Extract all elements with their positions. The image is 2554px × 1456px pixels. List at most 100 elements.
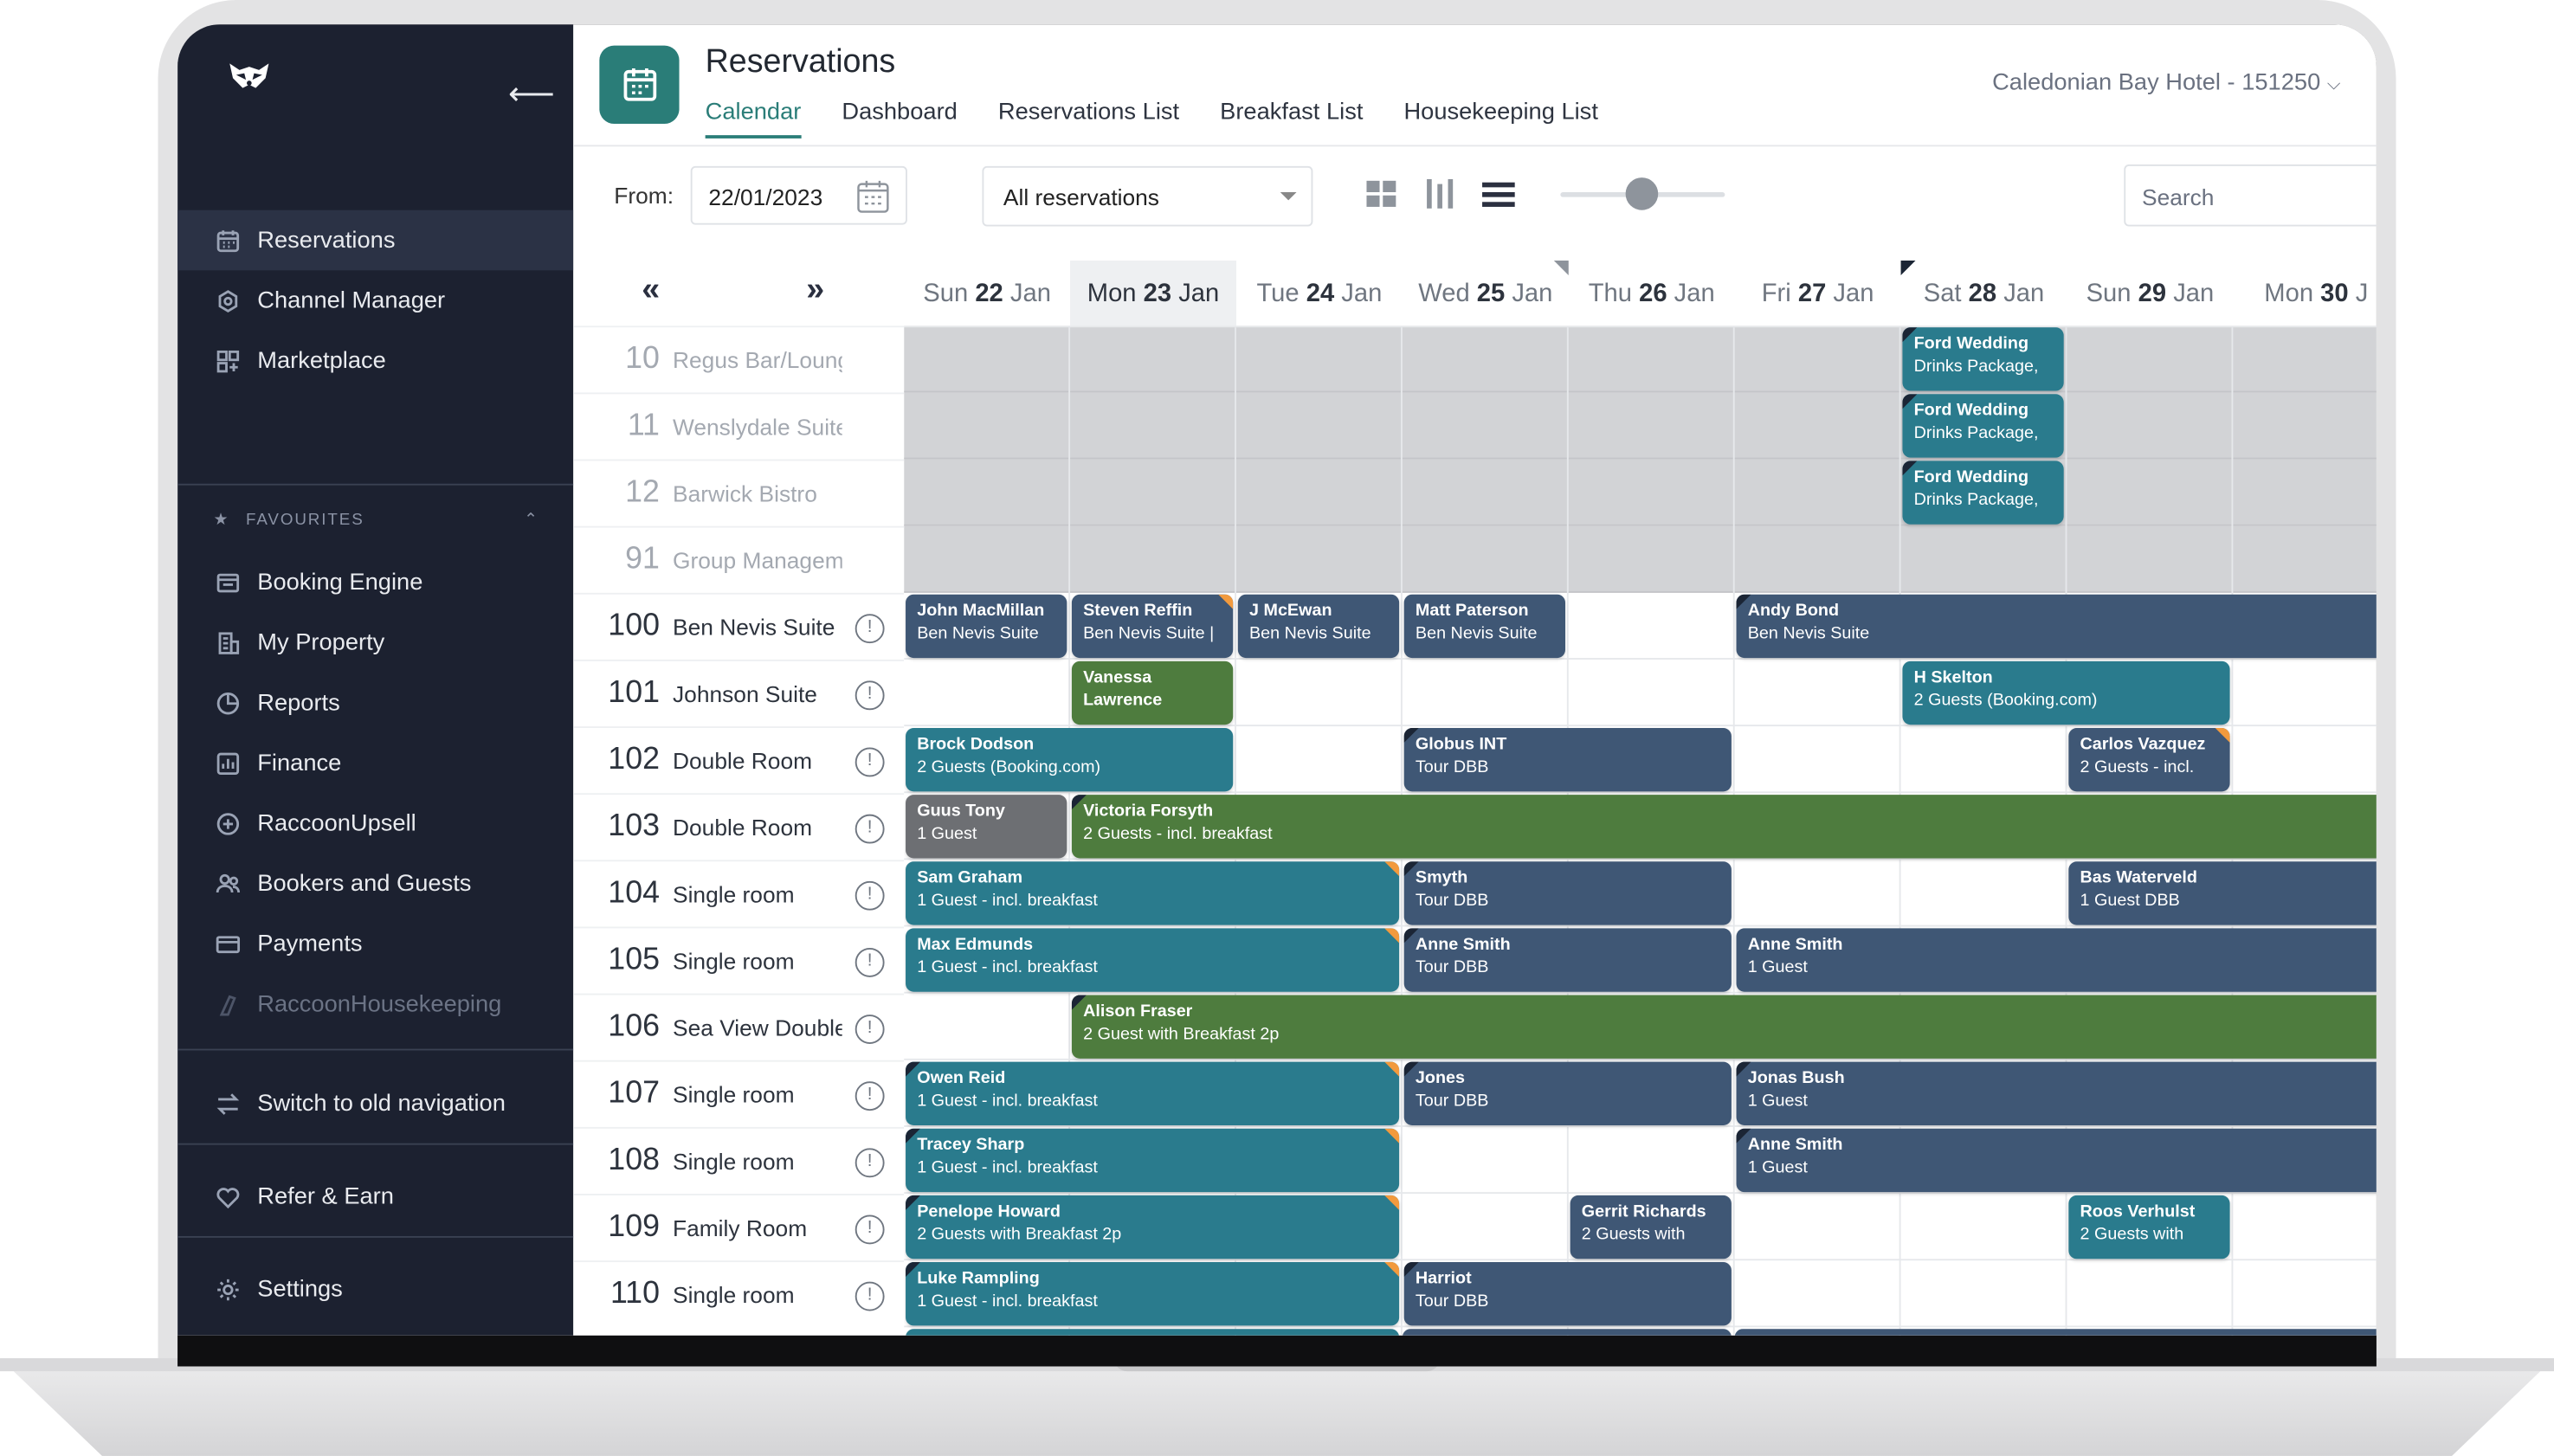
- refer-earn-button[interactable]: Refer & Earn: [177, 1166, 573, 1227]
- day-header[interactable]: Wed 25 Jan: [1403, 261, 1569, 325]
- sidebar-item-marketplace[interactable]: Marketplace: [177, 331, 573, 391]
- sidebar-item-reports[interactable]: Reports: [177, 673, 573, 733]
- reservation-block[interactable]: Andy Bond Ben Nevis Suite: [1736, 594, 2377, 659]
- room-info-icon[interactable]: !: [855, 947, 885, 977]
- reservation-block[interactable]: Jonas Bush 1 Guest: [1736, 1061, 2377, 1126]
- tab-calendar[interactable]: Calendar: [705, 100, 802, 139]
- reservation-block[interactable]: Ford Wedding Drinks Package,: [1902, 461, 2064, 525]
- reservation-block[interactable]: Luke Rampling 1 Guest - incl. breakfast: [906, 1262, 1400, 1326]
- room-row[interactable]: 101 Johnson Suite!: [573, 659, 905, 726]
- tab-housekeeping-list[interactable]: Housekeeping List: [1403, 100, 1597, 139]
- room-row[interactable]: 10 Regus Bar/Lounge: [573, 325, 905, 392]
- sidebar-item-finance[interactable]: Finance: [177, 733, 573, 794]
- day-header[interactable]: Mon 30 J: [2233, 261, 2377, 325]
- search-input[interactable]: Search: [2124, 164, 2377, 227]
- room-row[interactable]: 106 Sea View Double!: [573, 993, 905, 1060]
- room-row[interactable]: 109 Family Room!: [573, 1194, 905, 1260]
- screen-bezel: ⟵ Reservations Channel Manager Marketpla…: [177, 24, 2377, 1367]
- reservation-block[interactable]: Brock Dodson 2 Guests (Booking.com): [906, 727, 1234, 792]
- reservation-block[interactable]: Owen Reid 1 Guest - incl. breakfast: [906, 1061, 1400, 1126]
- reservation-block[interactable]: Anne Smith 1 Guest: [1736, 928, 2377, 992]
- hotel-selector[interactable]: Caledonian Bay Hotel - 151250 ⌵: [1992, 70, 2340, 96]
- from-date-input[interactable]: 22/01/2023: [690, 165, 907, 225]
- room-row[interactable]: 100 Ben Nevis Suite!: [573, 592, 905, 660]
- favourites-header[interactable]: ★ FAVOURITES ⌃: [213, 512, 539, 530]
- tab-breakfast-list[interactable]: Breakfast List: [1220, 100, 1363, 139]
- reservation-block[interactable]: Ford Wedding Drinks Package,: [1902, 394, 2064, 458]
- day-header[interactable]: Tue 24 Jan: [1236, 261, 1403, 325]
- column-view-button[interactable]: [1422, 176, 1457, 211]
- room-row[interactable]: 11 Wenslydale Suite: [573, 392, 905, 459]
- sidebar-item-raccoonupsell[interactable]: RaccoonUpsell: [177, 793, 573, 854]
- room-info-icon[interactable]: !: [855, 880, 885, 911]
- tab-reservations-list[interactable]: Reservations List: [998, 100, 1179, 139]
- reservation-block[interactable]: Victoria Forsyth 2 Guests - incl. breakfa…: [1071, 795, 2377, 859]
- reservation-block[interactable]: Max Edmunds 1 Guest - incl. breakfast: [906, 928, 1400, 992]
- room-info-icon[interactable]: !: [855, 1015, 885, 1044]
- reservation-block[interactable]: Jones Tour DBB: [1403, 1061, 1732, 1126]
- day-header[interactable]: Sun 29 Jan: [2067, 261, 2233, 325]
- reservation-block[interactable]: Guus Tony 1 Guest: [906, 795, 1067, 859]
- reservation-block[interactable]: Ford Wedding Drinks Package,: [1902, 327, 2064, 391]
- tab-dashboard[interactable]: Dashboard: [842, 100, 957, 139]
- reservation-block[interactable]: Penelope Howard 2 Guests with Breakfast 2…: [906, 1195, 1400, 1260]
- reservation-block[interactable]: Anne Smith 1 Guest: [1736, 1128, 2377, 1193]
- reservation-block[interactable]: Tracey Sharp 1 Guest - incl. breakfast: [906, 1128, 1400, 1193]
- switch-navigation-button[interactable]: Switch to old navigation: [177, 1073, 573, 1134]
- room-row[interactable]: 107 Single room!: [573, 1060, 905, 1127]
- reservation-block[interactable]: J McEwan Ben Nevis Suite: [1237, 594, 1400, 659]
- reservation-block[interactable]: Bas Waterveld 1 Guest DBB: [2068, 861, 2377, 925]
- room-info-icon[interactable]: !: [855, 680, 885, 711]
- previous-period-button[interactable]: «: [642, 272, 660, 309]
- room-row[interactable]: 105 Single room!: [573, 926, 905, 993]
- reservation-block[interactable]: H Skelton 2 Guests (Booking.com): [1902, 660, 2230, 725]
- room-info-icon[interactable]: !: [855, 1281, 885, 1311]
- sidebar-item-bookers-and-guests[interactable]: Bookers and Guests: [177, 854, 573, 914]
- zoom-slider-handle[interactable]: [1625, 177, 1659, 210]
- reservation-block[interactable]: Smyth Tour DBB: [1403, 861, 1732, 925]
- reservation-block[interactable]: John MacMillan Ben Nevis Suite: [906, 594, 1067, 659]
- collapse-sidebar-icon[interactable]: ⟵: [508, 78, 555, 111]
- room-info-icon[interactable]: !: [855, 814, 885, 844]
- room-info-icon[interactable]: !: [855, 1214, 885, 1245]
- reservation-block[interactable]: Matt Paterson Ben Nevis Suite: [1403, 594, 1565, 659]
- room-row[interactable]: 104 Single room!: [573, 860, 905, 926]
- reservation-block[interactable]: Gerrit Richards 2 Guests with: [1570, 1195, 1732, 1260]
- room-row[interactable]: 110 Single room!: [573, 1260, 905, 1327]
- reservation-filter-select[interactable]: All reservations: [982, 165, 1313, 227]
- room-row[interactable]: 12 Barwick Bistro: [573, 459, 905, 526]
- settings-button[interactable]: Settings: [177, 1259, 573, 1319]
- room-row[interactable]: 108 Single room!: [573, 1126, 905, 1194]
- reservation-block[interactable]: Vanessa Lawrence: [1071, 660, 1234, 725]
- sidebar-item-raccoonhousekeeping[interactable]: RaccoonHousekeeping: [177, 974, 573, 1034]
- reservation-block[interactable]: Steven Reffin Ben Nevis Suite |: [1071, 594, 1234, 659]
- reservation-block[interactable]: Carlos Vazquez 2 Guests - incl.: [2068, 727, 2230, 792]
- day-header[interactable]: Thu 26 Jan: [1569, 261, 1735, 325]
- sidebar-item-my-property[interactable]: My Property: [177, 612, 573, 673]
- sidebar-item-channel-manager[interactable]: Channel Manager: [177, 270, 573, 331]
- day-header[interactable]: Sat 28 Jan: [1901, 261, 2067, 325]
- day-header[interactable]: Sun 22 Jan: [904, 261, 1070, 325]
- day-header[interactable]: Mon 23 Jan: [1070, 261, 1236, 326]
- room-info-icon[interactable]: !: [855, 747, 885, 777]
- reservation-block[interactable]: Anne Smith Tour DBB: [1403, 928, 1732, 992]
- list-view-button[interactable]: [1480, 176, 1516, 211]
- day-header[interactable]: Fri 27 Jan: [1735, 261, 1901, 325]
- calendar-picker-icon[interactable]: [855, 179, 891, 215]
- room-info-icon[interactable]: !: [855, 1148, 885, 1178]
- room-info-icon[interactable]: !: [855, 614, 885, 644]
- reservation-block[interactable]: Roos Verhulst 2 Guests with: [2068, 1195, 2230, 1260]
- reservation-block[interactable]: Alison Fraser 2 Guest with Breakfast 2p: [1071, 995, 2377, 1059]
- room-info-icon[interactable]: !: [855, 1081, 885, 1111]
- room-row[interactable]: 103 Double Room!: [573, 793, 905, 860]
- sidebar-item-payments[interactable]: Payments: [177, 913, 573, 974]
- sidebar-item-booking-engine[interactable]: Booking Engine: [177, 552, 573, 613]
- room-row[interactable]: 102 Double Room!: [573, 726, 905, 793]
- reservation-block[interactable]: Harriot Tour DBB: [1403, 1262, 1732, 1326]
- next-period-button[interactable]: »: [806, 272, 824, 309]
- room-row[interactable]: 91 Group Manageme...: [573, 525, 905, 593]
- reservation-block[interactable]: Globus INT Tour DBB: [1403, 727, 1732, 792]
- grid-view-button[interactable]: [1364, 176, 1399, 211]
- reservation-block[interactable]: Sam Graham 1 Guest - incl. breakfast: [906, 861, 1400, 925]
- sidebar-item-reservations[interactable]: Reservations: [177, 209, 574, 271]
